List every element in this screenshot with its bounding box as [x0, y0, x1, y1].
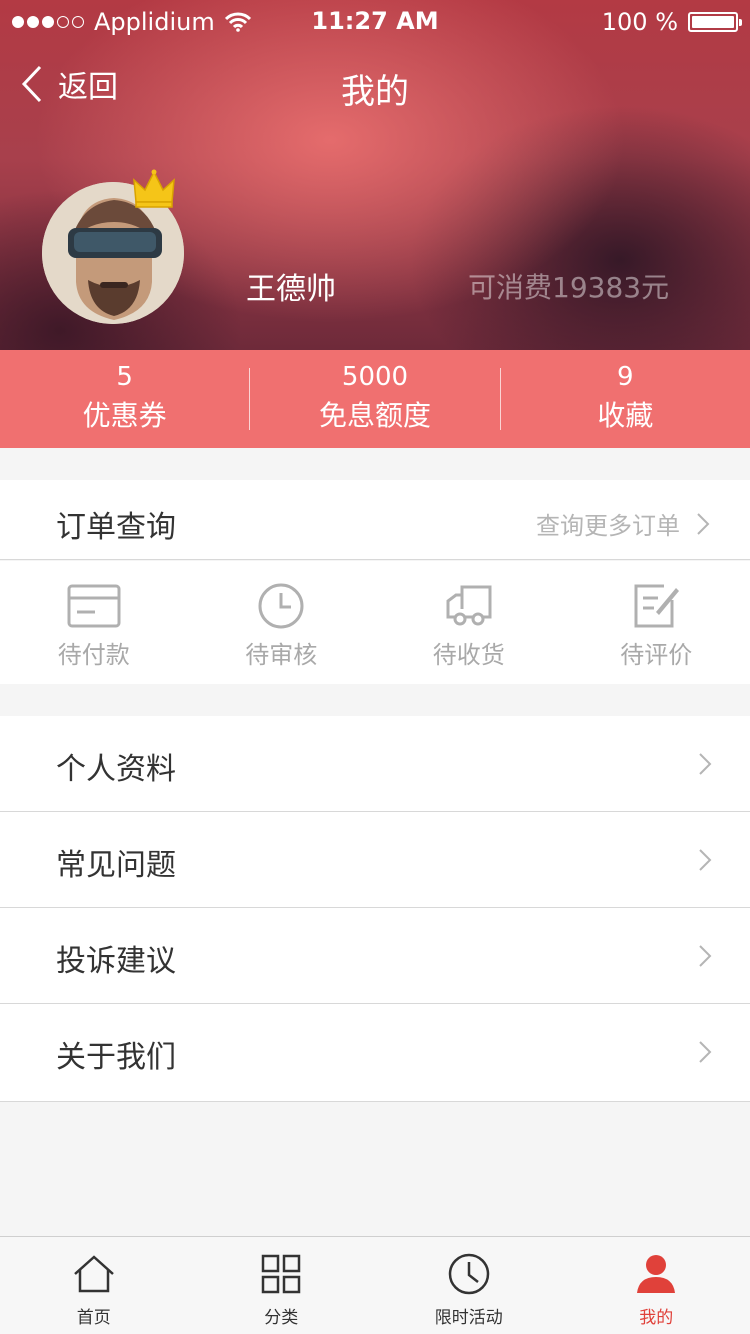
stats-bar: 5 优惠券 5000 免息额度 9 收藏: [0, 350, 750, 448]
menu-item-about[interactable]: 关于我们: [0, 1004, 750, 1102]
settings-menu: 个人资料 常见问题 投诉建议 关于我们: [0, 716, 750, 1102]
menu-item-label: 常见问题: [56, 848, 176, 883]
order-status-bar: 待付款 待审核 待收货 待评价: [0, 561, 750, 684]
username: 王德帅: [246, 272, 336, 307]
tab-home[interactable]: 首页: [0, 1237, 188, 1334]
stat-label: 优惠券: [82, 399, 167, 432]
menu-item-faq[interactable]: 常见问题: [0, 812, 750, 908]
profile-header: Applidium 11:27 AM 100 % 返回 我的 王德帅 可消费19…: [0, 0, 750, 350]
tab-category[interactable]: 分类: [188, 1237, 376, 1334]
menu-item-label: 投诉建议: [56, 944, 176, 979]
stat-label: 免息额度: [318, 399, 431, 432]
order-pending-receipt[interactable]: 待收货: [375, 561, 563, 684]
available-balance: 可消费19383元: [468, 271, 670, 304]
clock-icon: [258, 583, 304, 629]
order-status-label: 待审核: [245, 641, 318, 669]
battery-icon: [688, 12, 742, 32]
chevron-right-icon: [699, 753, 712, 775]
stat-value: 9: [617, 362, 634, 392]
order-pending-review[interactable]: 待审核: [188, 561, 376, 684]
chevron-right-icon: [699, 849, 712, 871]
order-status-label: 待收货: [432, 641, 505, 669]
edit-icon: [634, 584, 680, 628]
stat-value: 5000: [341, 362, 409, 392]
card-icon: [67, 584, 121, 628]
tab-mine[interactable]: 我的: [563, 1237, 750, 1334]
chevron-right-icon: [699, 1041, 712, 1063]
order-status-label: 待评价: [620, 641, 693, 669]
more-orders-link[interactable]: 查询更多订单: [536, 506, 710, 541]
clock-icon: [448, 1253, 489, 1295]
chevron-right-icon: [699, 945, 712, 967]
menu-item-label: 关于我们: [56, 1040, 176, 1075]
person-icon: [637, 1255, 676, 1293]
order-query-title: 订单查询: [56, 510, 176, 545]
order-status-label: 待付款: [57, 641, 130, 669]
tab-label: 限时活动: [434, 1308, 503, 1328]
menu-item-feedback[interactable]: 投诉建议: [0, 908, 750, 1004]
order-pending-rating[interactable]: 待评价: [563, 561, 750, 684]
grid-icon: [262, 1254, 301, 1294]
crown-icon: [133, 169, 175, 208]
truck-icon: [446, 585, 492, 626]
tab-label: 分类: [264, 1308, 299, 1328]
status-bar: Applidium 11:27 AM 100 %: [0, 0, 750, 40]
menu-item-profile[interactable]: 个人资料: [0, 716, 750, 812]
more-orders-label: 查询更多订单: [536, 512, 680, 540]
stat-credit-limit[interactable]: 5000 免息额度: [250, 350, 499, 448]
order-query-row[interactable]: 订单查询 查询更多订单: [0, 480, 750, 560]
tab-bar: 首页 分类 限时活动 我的: [0, 1236, 750, 1334]
stat-favorites[interactable]: 9 收藏: [501, 350, 750, 448]
stat-coupons[interactable]: 5 优惠券: [0, 350, 249, 448]
stat-label: 收藏: [597, 399, 654, 432]
tab-flash-sale[interactable]: 限时活动: [375, 1237, 563, 1334]
tab-label: 首页: [76, 1308, 111, 1328]
chevron-right-icon: [697, 512, 710, 535]
tab-label: 我的: [639, 1308, 674, 1328]
page-title: 我的: [341, 72, 409, 112]
order-pending-payment[interactable]: 待付款: [0, 561, 188, 684]
stat-value: 5: [116, 362, 133, 392]
menu-item-label: 个人资料: [56, 752, 176, 787]
home-icon: [73, 1255, 114, 1293]
battery-percent: 100 %: [601, 8, 678, 36]
